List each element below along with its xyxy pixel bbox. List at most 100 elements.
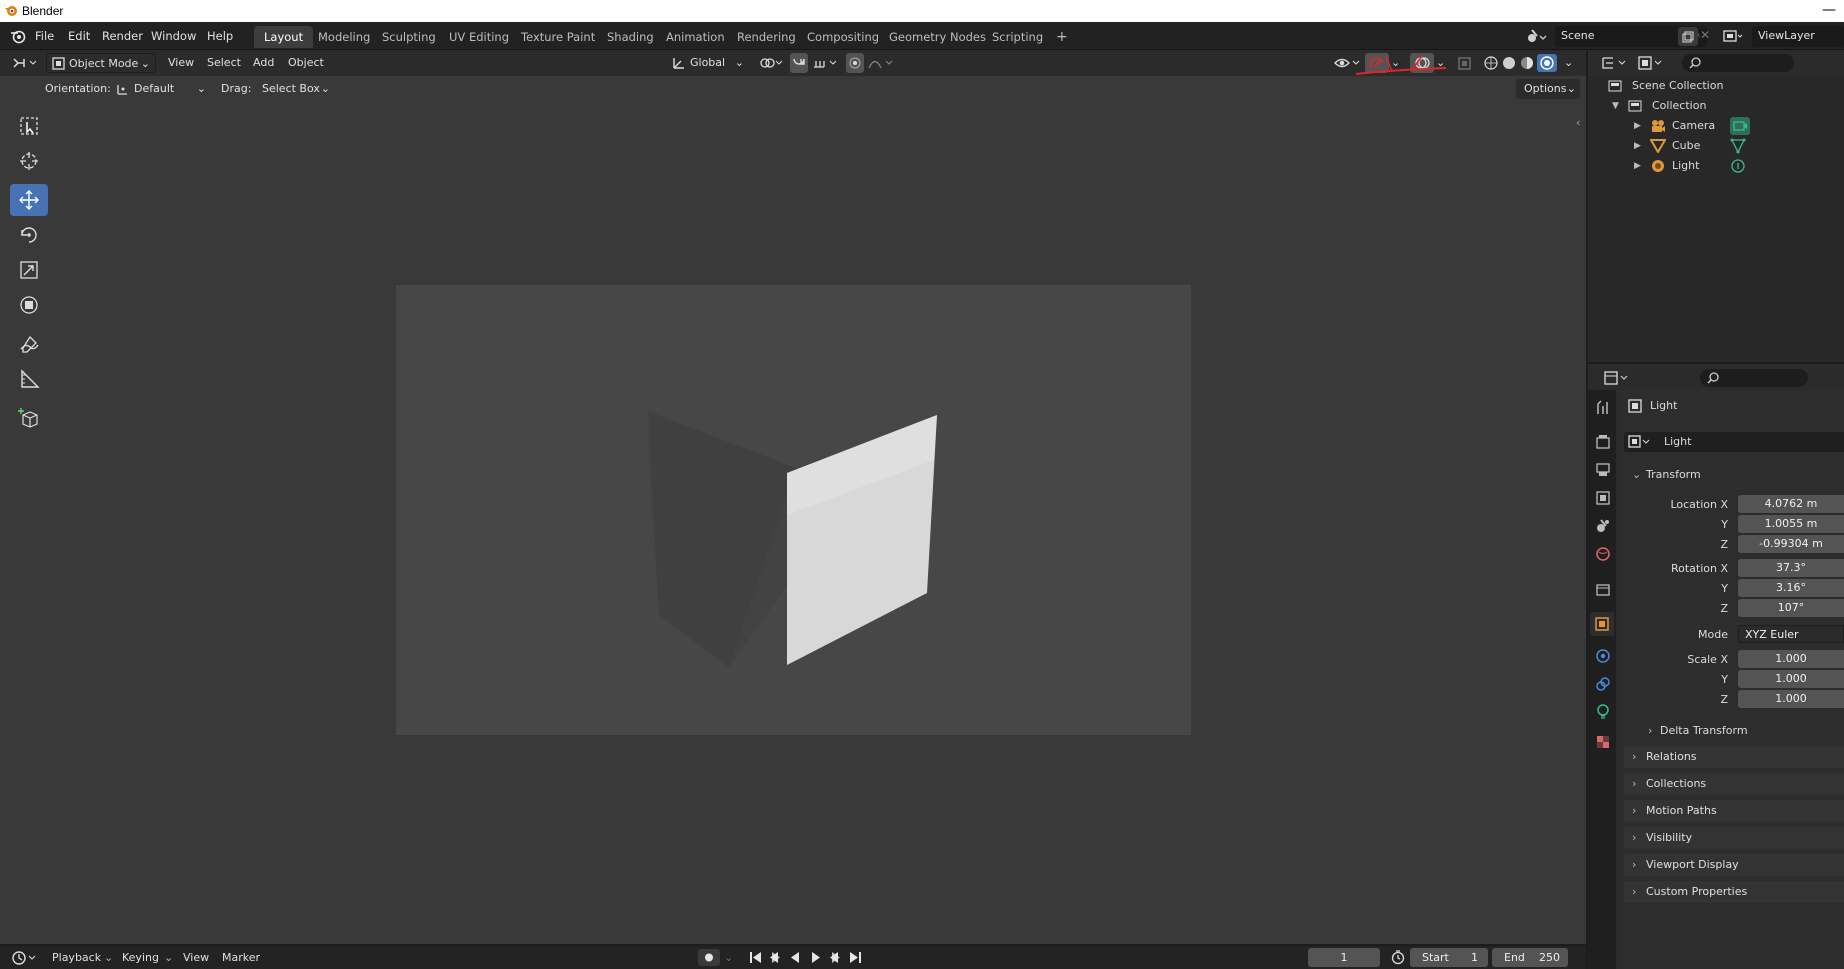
xray-toggle-icon[interactable] (1456, 53, 1474, 73)
camera-data-icon[interactable] (1730, 117, 1750, 135)
tree-scene-collection[interactable]: Scene Collection (1608, 76, 1723, 96)
texture-tab-icon[interactable] (1595, 734, 1611, 750)
rotate-tool[interactable] (10, 219, 48, 251)
properties-editor-type-icon[interactable] (1602, 369, 1632, 387)
proportional-edit-icon[interactable] (846, 53, 864, 73)
object-tab-icon[interactable] (1590, 612, 1614, 636)
rotation-mode-dropdown[interactable]: XYZ Euler (1738, 625, 1844, 643)
world-tab-icon[interactable] (1595, 546, 1611, 562)
object-datablock-field[interactable]: Light (1624, 432, 1844, 452)
cursor-tool[interactable] (10, 145, 48, 177)
timeline-editor-type-icon[interactable] (10, 949, 40, 967)
record-button[interactable] (698, 949, 720, 966)
current-frame-field[interactable]: 1 (1308, 948, 1380, 967)
viewport-display-panel[interactable]: › Viewport Display (1624, 854, 1844, 876)
chevron-down-icon[interactable]: ⌄ (724, 951, 733, 964)
collections-panel[interactable]: › Collections (1624, 773, 1844, 795)
light-data-tab-icon[interactable] (1595, 704, 1611, 720)
visibility-panel[interactable]: › Visibility (1624, 827, 1844, 849)
delta-transform-subpanel[interactable]: › Delta Transform (1636, 720, 1844, 742)
mode-dropdown[interactable]: Object Mode ⌄ (46, 53, 156, 73)
tab-texture-paint[interactable]: Texture Paint (511, 26, 605, 48)
menu-help[interactable]: Help (207, 29, 233, 43)
editor-type-button[interactable] (8, 53, 40, 73)
outliner-editor-type-icon[interactable] (1600, 54, 1630, 72)
location-z-field[interactable]: -0.99304 m (1738, 535, 1844, 553)
expand-right-icon[interactable]: ▶ (1634, 156, 1641, 176)
scale-y-field[interactable]: 1.000 (1738, 670, 1844, 688)
view-layer-field[interactable]: ViewLayer (1752, 26, 1844, 47)
render-tab-icon[interactable] (1595, 434, 1611, 450)
pivot-point-icon[interactable] (756, 53, 784, 73)
physics-tab-icon[interactable] (1595, 648, 1611, 664)
snap-toggle-icon[interactable] (790, 53, 808, 73)
orientation-dropdown[interactable]: Default ⌄ (112, 79, 208, 99)
stopwatch-icon[interactable] (1390, 949, 1406, 965)
menu-view[interactable]: View (183, 951, 209, 964)
menu-add[interactable]: Add (253, 53, 274, 73)
display-mode-icon[interactable] (1636, 54, 1666, 72)
object-browse-icon[interactable] (1628, 435, 1652, 449)
blender-menu-icon[interactable] (10, 28, 26, 44)
shading-options-chevron-icon[interactable]: ⌄ (1564, 53, 1578, 73)
tree-item-camera[interactable]: ▶ Camera (1630, 116, 1840, 136)
constraints-tab-icon[interactable] (1595, 676, 1611, 692)
transform-orientation-dropdown[interactable]: Global ⌄ (668, 53, 746, 73)
mesh-data-icon[interactable] (1730, 138, 1746, 154)
tree-collection[interactable]: ▼ Collection (1612, 96, 1706, 116)
view-layer-icon[interactable] (1722, 27, 1744, 45)
transform-panel-header[interactable]: ⌄ Transform (1624, 464, 1844, 486)
drag-dropdown[interactable]: Select Box ⌄ (262, 79, 332, 99)
rotation-z-field[interactable]: 107° (1738, 599, 1844, 617)
sidebar-toggle-icon[interactable]: ‹ (1576, 116, 1580, 129)
menu-playback[interactable]: Playback (52, 951, 101, 964)
select-box-tool[interactable] (10, 110, 48, 142)
light-data-icon[interactable] (1730, 158, 1746, 174)
menu-object[interactable]: Object (288, 53, 324, 73)
tab-scripting[interactable]: Scripting (982, 26, 1053, 48)
tab-compositing[interactable]: Compositing (797, 26, 889, 48)
tree-item-light[interactable]: ▶ Light (1630, 156, 1840, 176)
location-y-field[interactable]: 1.0055 m (1738, 515, 1844, 533)
relations-panel[interactable]: › Relations (1624, 746, 1844, 768)
scale-tool[interactable] (10, 254, 48, 286)
tool-tab-icon[interactable] (1595, 400, 1611, 416)
rotation-y-field[interactable]: 3.16° (1738, 579, 1844, 597)
expand-right-icon[interactable]: ▶ (1634, 136, 1641, 156)
falloff-icon[interactable] (866, 53, 896, 73)
start-frame-field[interactable]: Start 1 (1410, 948, 1488, 967)
tree-item-cube[interactable]: ▶ Cube (1630, 136, 1840, 156)
tab-shading[interactable]: Shading (597, 26, 664, 48)
new-scene-icon[interactable] (1678, 27, 1698, 46)
snap-target-icon[interactable] (810, 53, 840, 73)
tab-geometry-nodes[interactable]: Geometry Nodes (879, 26, 996, 48)
tab-layout[interactable]: Layout (254, 26, 314, 48)
end-frame-field[interactable]: End 250 (1492, 948, 1568, 967)
transform-tool[interactable] (10, 289, 48, 321)
menu-window[interactable]: Window (151, 29, 196, 43)
view-layer-tab-icon[interactable] (1595, 490, 1611, 506)
menu-edit[interactable]: Edit (68, 29, 90, 43)
tab-sculpting[interactable]: Sculpting (372, 26, 446, 48)
expand-right-icon[interactable]: ▶ (1634, 116, 1641, 136)
minimize-button[interactable]: — (1822, 2, 1836, 18)
custom-properties-panel[interactable]: › Custom Properties (1624, 881, 1844, 903)
rotation-x-field[interactable]: 37.3° (1738, 559, 1844, 577)
tab-animation[interactable]: Animation (656, 26, 735, 48)
menu-keying[interactable]: Keying (122, 951, 159, 964)
menu-marker[interactable]: Marker (222, 951, 260, 964)
scene-selector-icon[interactable] (1526, 27, 1548, 45)
measure-tool[interactable] (10, 363, 48, 395)
move-tool[interactable] (10, 184, 48, 216)
add-workspace-button[interactable]: + (1046, 26, 1078, 48)
output-tab-icon[interactable] (1595, 462, 1611, 478)
options-dropdown[interactable]: Options ⌄ (1516, 79, 1580, 99)
menu-render[interactable]: Render (102, 29, 143, 43)
annotate-tool[interactable] (10, 328, 48, 360)
menu-file[interactable]: File (35, 29, 54, 43)
location-x-field[interactable]: 4.0762 m (1738, 495, 1844, 513)
expand-down-icon[interactable]: ▼ (1612, 96, 1619, 116)
properties-search-input[interactable] (1700, 369, 1808, 387)
motion-paths-panel[interactable]: › Motion Paths (1624, 800, 1844, 822)
scale-x-field[interactable]: 1.000 (1738, 650, 1844, 668)
